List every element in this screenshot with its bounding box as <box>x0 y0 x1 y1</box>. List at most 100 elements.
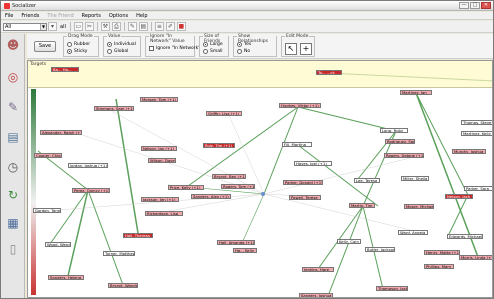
pointer-tool-button[interactable]: ↖ <box>285 43 297 55</box>
size-large[interactable]: Large <box>203 42 223 47</box>
friend-node[interactable]: Sanders, Joshua <box>299 293 333 297</box>
friend-node[interactable]: Miller, Sheila <box>401 176 429 181</box>
friend-node[interactable]: Ruiz, Tim (+1) <box>203 143 235 148</box>
radio-sticky[interactable] <box>67 49 72 54</box>
menu-reports[interactable]: Reports <box>78 13 105 19</box>
drag-mode-sticky[interactable]: Sticky <box>67 49 87 54</box>
friend-node[interactable]: Kelly, Cain <box>337 239 361 244</box>
friend-node[interactable]: Henry, Matte (+1) <box>424 250 460 255</box>
friend-node[interactable]: Martinez, Jan <box>400 90 432 95</box>
network-canvas[interactable]: Targets Ba... Ha... To... ...ck Martinez… <box>27 60 493 298</box>
value-individual[interactable]: Individual <box>107 42 136 47</box>
friend-node[interactable]: Turner, Matthew <box>103 251 135 256</box>
target-icon[interactable]: ◎ <box>4 68 22 86</box>
friend-node[interactable]: Rogers, Tom (+1) <box>221 184 255 189</box>
folders-icon[interactable]: ▤ <box>138 22 148 31</box>
friend-node[interactable]: Alexander, Ralph (+1) <box>40 130 82 135</box>
friend-node[interactable]: Ward, Angela <box>398 230 428 235</box>
tag-icon[interactable]: ✐ <box>165 22 175 31</box>
bar-chart-icon[interactable]: ▤ <box>4 128 22 146</box>
friend-node[interactable]: Ha.., Kelly <box>233 248 257 253</box>
friend-node[interactable]: Rodriguez, Sam <box>385 139 415 144</box>
friend-node[interactable]: Morris, Linda (+1) <box>459 255 492 260</box>
friend-node[interactable]: Richardson, Lisa <box>145 211 183 216</box>
menu-options[interactable]: Options <box>105 13 132 19</box>
chart-doc-icon[interactable]: ▦ <box>4 214 22 232</box>
friend-node[interactable]: Morgan, Tom (+1) <box>140 97 178 102</box>
friend-node[interactable]: Simmons, Sam (+1) <box>94 106 134 111</box>
filter-select[interactable]: All ▼ <box>3 22 47 31</box>
radio-no[interactable] <box>237 49 242 54</box>
friend-node[interactable]: Martin, Tim <box>349 203 375 208</box>
friend-node[interactable]: Nelson, Jan (+1) <box>141 146 177 151</box>
friend-node[interactable]: Ba... Ha... <box>51 67 79 72</box>
friend-node[interactable]: Price, Kelly (+1) <box>168 185 204 190</box>
open-icon[interactable]: ▭ <box>73 22 83 31</box>
maximize-button[interactable]: □ <box>470 2 480 9</box>
friend-node[interactable]: Martinez, Kelly (+1) <box>461 131 492 136</box>
relationships-no[interactable]: No <box>237 49 250 54</box>
friend-node[interactable]: Edwards, Michael <box>447 234 483 239</box>
document-icon[interactable]: ▯ <box>4 240 22 258</box>
friend-node[interactable]: Sanders, Helena <box>48 275 84 280</box>
close-button[interactable]: ✕ <box>481 2 491 9</box>
add-node-button[interactable]: + <box>300 43 312 55</box>
friend-node[interactable]: Thompson, Jack <box>376 286 408 291</box>
friend-node[interactable]: Jenkins, Hare <box>302 267 334 272</box>
save-button[interactable]: Save <box>34 41 56 52</box>
friend-node[interactable]: Thomas, Steve (+1) <box>461 120 492 125</box>
friend-node[interactable]: Griffin, Lisa (+1) <box>206 111 242 116</box>
friend-node[interactable]: Hall, Theresa <box>123 233 153 238</box>
relationships-yes[interactable]: Yes <box>237 42 251 47</box>
radio-large[interactable] <box>203 42 208 47</box>
print-icon[interactable]: ⎙ <box>111 22 121 31</box>
friend-node[interactable]: Wilson, Dave <box>148 158 176 163</box>
friend-node[interactable]: Parker, Sara <box>464 186 492 191</box>
friend-node[interactable]: Long, Ruby <box>380 128 408 133</box>
value-global[interactable]: Global <box>107 49 128 54</box>
friend-node[interactable]: Jackson, Jen (+1) <box>141 197 179 202</box>
friend-node[interactable]: Cooper, Chloe <box>34 153 62 158</box>
friend-node[interactable]: Parker, Donald (+1) <box>283 180 323 185</box>
radio-yes[interactable] <box>237 42 242 47</box>
friend-node[interactable]: Rogers, Debbie (+1) <box>384 153 424 158</box>
friend-node[interactable]: Wood, Wendy <box>45 242 71 247</box>
friend-node[interactable]: Phillips, Mary <box>424 264 454 269</box>
ignore-checkbox[interactable] <box>149 46 154 51</box>
minimize-button[interactable]: — <box>459 2 469 9</box>
friend-node[interactable]: Jordan, Joshua (+1) <box>68 163 108 168</box>
network-icon[interactable]: ✎ <box>4 98 22 116</box>
brush-icon[interactable]: ✎ <box>127 22 137 31</box>
friend-node[interactable]: Hughes, Viktor (+1) <box>279 103 321 108</box>
friend-node[interactable]: Murphy, Joshua <box>452 149 486 154</box>
selected-friend-marker[interactable] <box>261 192 265 196</box>
friend-node[interactable]: Perez, Quincy (+1) <box>72 188 110 193</box>
menu-help[interactable]: Help <box>132 13 151 19</box>
friend-node[interactable]: Hall, Amanda (+1) <box>217 240 255 245</box>
friend-node[interactable]: Nelson, Jack <box>445 194 473 199</box>
friend-node[interactable]: Hayes, Joel (+1) <box>294 161 332 166</box>
clock-icon[interactable]: ◷ <box>4 158 22 176</box>
tools-icon[interactable]: ⚒ <box>100 22 110 31</box>
refresh-icon[interactable]: ↻ <box>4 186 22 204</box>
friend-node[interactable]: Gordon, Tanny <box>33 208 61 213</box>
friend-node[interactable]: Lee, Teresa <box>354 178 380 183</box>
menu-friends[interactable]: Friends <box>17 13 43 19</box>
friend-node[interactable]: Sanders, Alex (+1) <box>191 194 231 199</box>
friend-node[interactable]: To... ...ck <box>316 70 342 75</box>
friend-node[interactable]: Bryant, Ben (+1) <box>212 174 246 179</box>
drag-mode-rubber[interactable]: Rubber <box>67 42 90 47</box>
box-icon[interactable]: ■ <box>176 22 186 31</box>
radio-small[interactable] <box>203 49 208 54</box>
radio-individual[interactable] <box>107 42 112 47</box>
friend-node[interactable]: Bryant, Wanda <box>108 283 138 288</box>
size-small[interactable]: Small <box>203 49 223 54</box>
ignore-checkbox-row[interactable]: Ignore "In Network" <box>149 46 200 51</box>
menu-file[interactable]: File <box>1 13 17 19</box>
friend-node[interactable]: Butler, Jackson <box>365 247 395 252</box>
radio-global[interactable] <box>107 49 112 54</box>
list-icon[interactable]: ≡ <box>154 22 164 31</box>
filter-apply-icon[interactable]: ▾ <box>48 22 57 31</box>
radio-rubber[interactable] <box>67 42 72 47</box>
friend-node[interactable]: Moore, Michael <box>404 204 434 209</box>
